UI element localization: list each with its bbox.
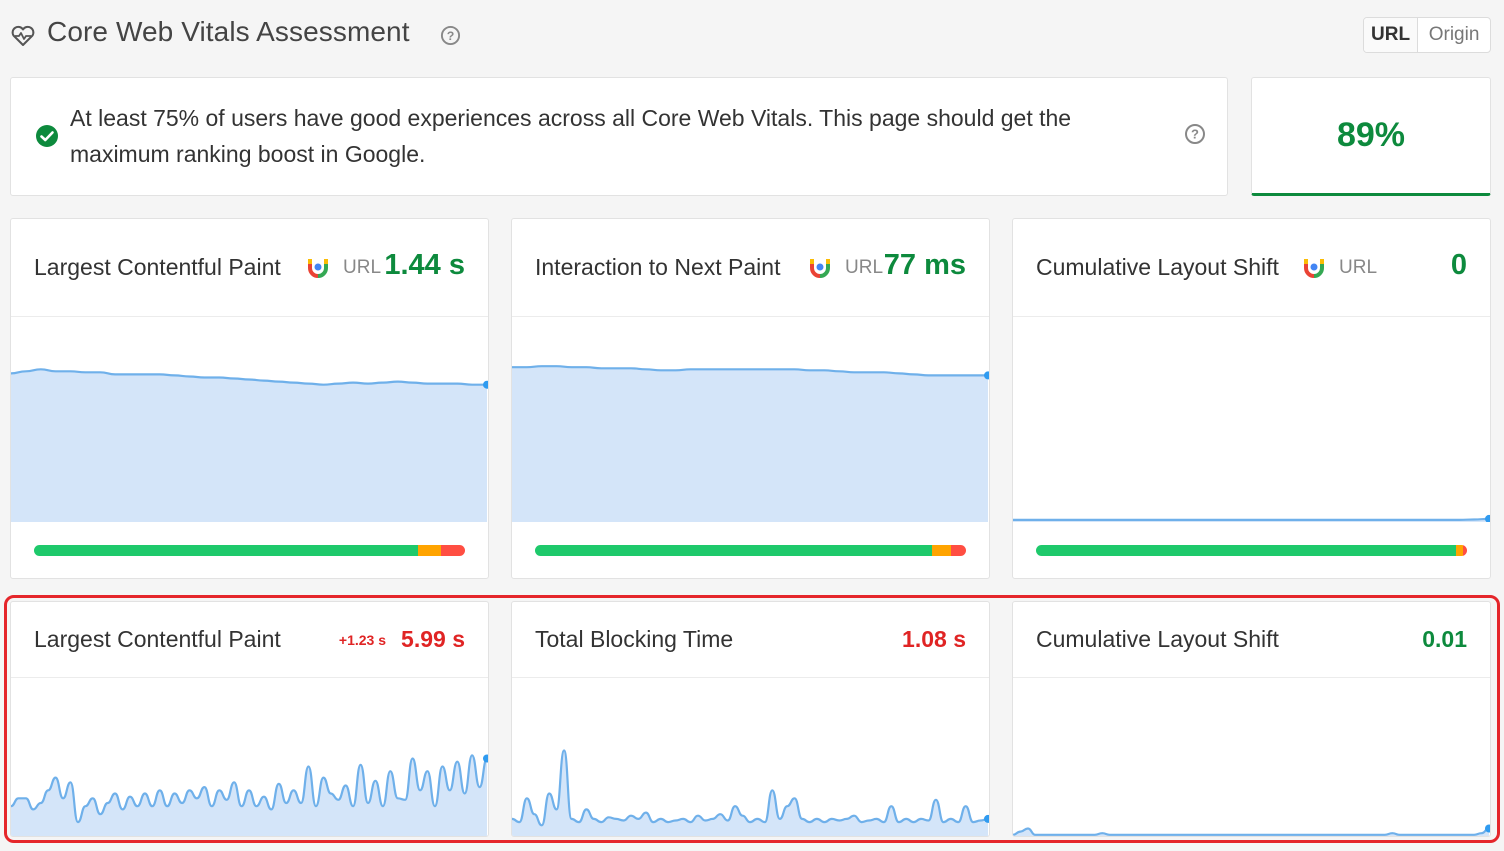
origin-toggle-option[interactable]: Origin [1418, 18, 1490, 52]
card-header: Total Blocking Time 1.08 s [512, 602, 989, 678]
trend-line [1013, 517, 1490, 521]
trend-chart [512, 365, 989, 522]
trend-chart [1013, 824, 1490, 836]
card-header: Cumulative Layout Shift 0.01 [1013, 602, 1490, 678]
metric-value: 77 ms [883, 249, 966, 281]
trend-area [512, 750, 988, 836]
card-header: Interaction to Next Paint URL 77 ms [512, 219, 989, 317]
trend-chart [1013, 514, 1490, 522]
metric-value: 5.99 s [401, 626, 465, 652]
trend-latest-point [1485, 514, 1490, 522]
metric-title: Interaction to Next Paint [535, 254, 781, 280]
crux-icon [1304, 259, 1324, 278]
metric-title: Largest Contentful Paint [34, 254, 281, 280]
lab-metric-card-lcp[interactable]: Largest Contentful Paint +1.23 s 5.99 s [10, 601, 489, 837]
source-tag: URL [343, 257, 382, 278]
lab-metric-card-cls[interactable]: Cumulative Layout Shift 0.01 [1012, 601, 1491, 837]
distribution-poor [1462, 545, 1467, 556]
metric-title: Total Blocking Time [535, 626, 734, 652]
assessment-message: At least 75% of users have good experien… [70, 105, 1072, 167]
url-origin-toggle[interactable]: URL Origin [1363, 17, 1491, 53]
help-icon[interactable]: ? [440, 25, 461, 46]
crux-icon [308, 259, 328, 278]
distribution-bar [34, 545, 465, 556]
distribution-needs-improvement [931, 545, 951, 556]
trend-line [1013, 827, 1490, 836]
page-title: Core Web Vitals Assessment [47, 16, 410, 47]
svg-text:?: ? [447, 29, 455, 43]
metric-value: 1.44 s [384, 249, 465, 281]
trend-chart [11, 754, 488, 836]
distribution-good [1036, 545, 1457, 556]
trend-area [11, 369, 487, 522]
metric-value: 1.08 s [902, 626, 966, 652]
distribution-poor [441, 545, 465, 556]
metric-value: 0 [1450, 249, 1467, 281]
field-metric-card-lcp[interactable]: Largest Contentful Paint URL 1.44 s [10, 218, 489, 579]
source-tag: URL [1339, 257, 1378, 278]
header: Core Web Vitals Assessment ? URL Origin [0, 0, 1504, 70]
help-icon[interactable]: ? [1184, 123, 1206, 145]
trend-area [512, 366, 988, 522]
score-card: 89% [1251, 77, 1491, 196]
card-header: Largest Contentful Paint URL 1.44 s [11, 219, 488, 317]
metric-title: Cumulative Layout Shift [1036, 626, 1279, 652]
trend-chart [11, 368, 488, 522]
card-header: Largest Contentful Paint +1.23 s 5.99 s [11, 602, 488, 678]
metric-title: Largest Contentful Paint [34, 626, 281, 652]
svg-text:?: ? [1191, 127, 1199, 142]
trend-line [512, 749, 989, 827]
score-value: 89% [1336, 116, 1406, 154]
source-tag: URL [845, 257, 884, 278]
heart-pulse-icon [11, 25, 35, 46]
lab-metric-card-tbt[interactable]: Total Blocking Time 1.08 s [511, 601, 990, 837]
field-metric-card-cls[interactable]: Cumulative Layout Shift URL 0 [1012, 218, 1491, 579]
card-header: Cumulative Layout Shift URL 0 [1013, 219, 1490, 317]
metric-title: Cumulative Layout Shift [1036, 254, 1279, 280]
crux-icon [810, 259, 830, 278]
assessment-summary: At least 75% of users have good experien… [10, 77, 1228, 196]
trend-latest-point [483, 754, 488, 763]
distribution-bar [1036, 545, 1467, 556]
distribution-needs-improvement [417, 545, 442, 556]
distribution-good [535, 545, 932, 556]
distribution-poor [950, 545, 966, 556]
trend-chart [512, 749, 989, 836]
metric-value: 0.01 [1422, 626, 1467, 652]
distribution-good [34, 545, 418, 556]
field-metric-card-inp[interactable]: Interaction to Next Paint URL 77 ms [511, 218, 990, 579]
distribution-bar [535, 545, 966, 556]
url-toggle-option[interactable]: URL [1364, 18, 1419, 52]
metric-change: +1.23 s [338, 632, 386, 648]
check-circle-icon [36, 125, 58, 147]
